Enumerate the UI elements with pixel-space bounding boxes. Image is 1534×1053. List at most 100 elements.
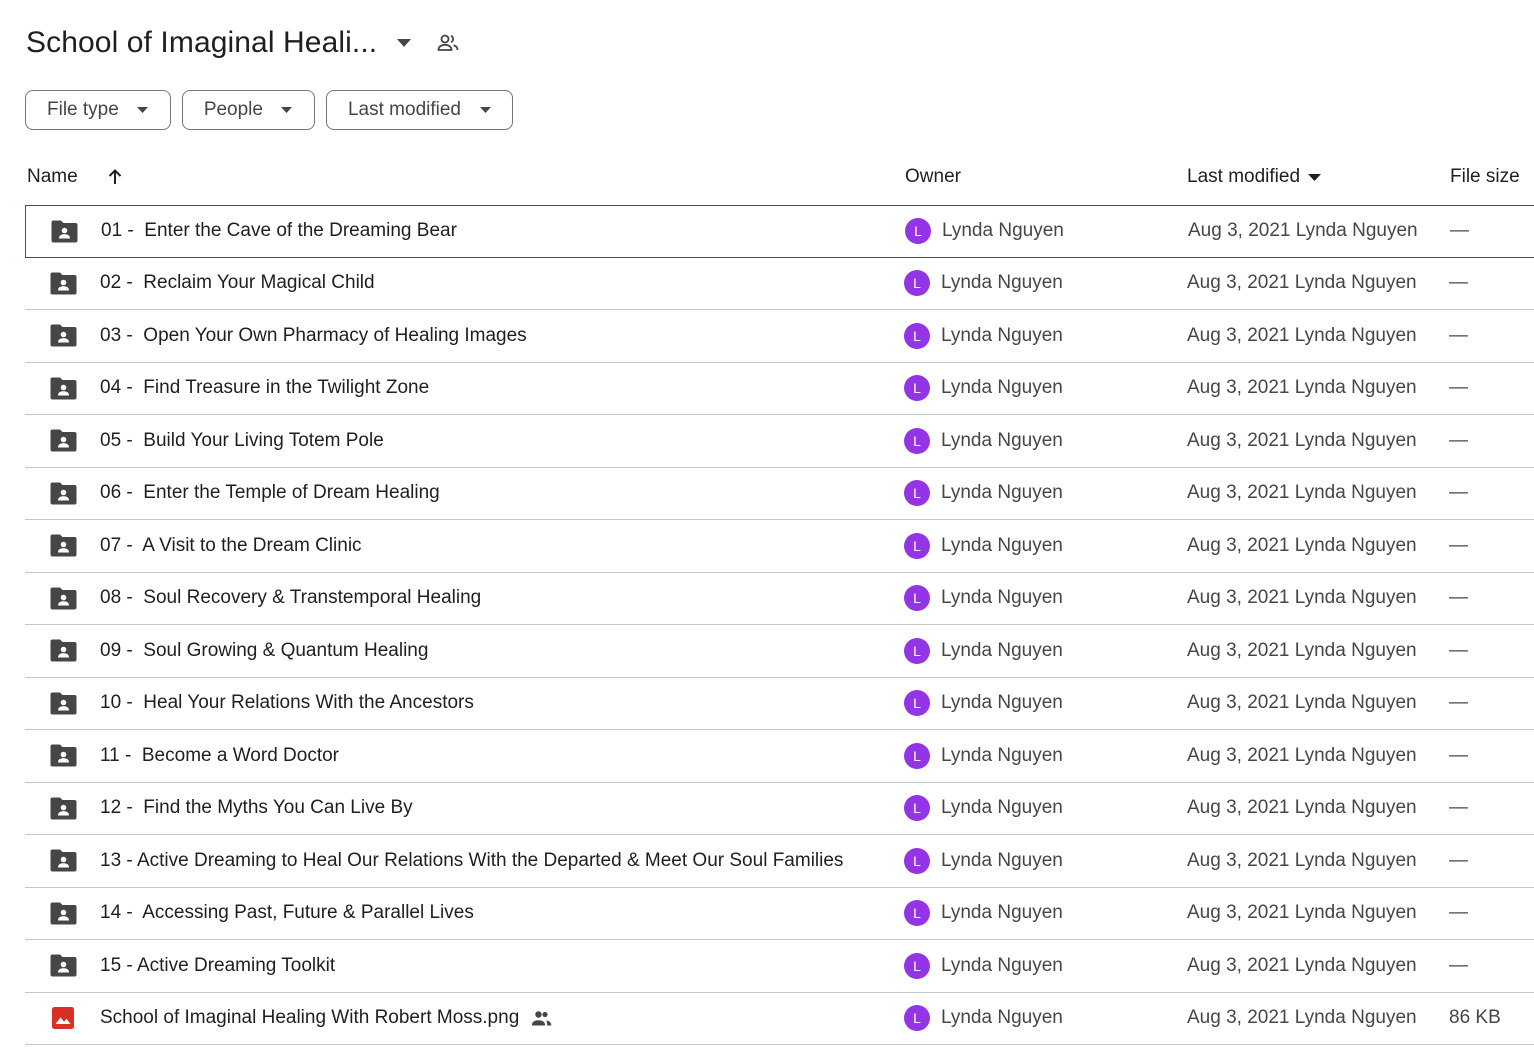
file-name[interactable]: School of Imaginal Healing With Robert M… (100, 1007, 519, 1029)
owner-name: Lynda Nguyen (941, 902, 1063, 924)
file-name[interactable]: 12 - Find the Myths You Can Live By (100, 797, 413, 819)
column-header-file-size[interactable]: File size (1450, 166, 1520, 188)
file-name-cell: 04 - Find Treasure in the Twilight Zone (100, 363, 429, 415)
owner-name: Lynda Nguyen (941, 324, 1063, 346)
table-row[interactable]: 07 - A Visit to the Dream Clinic L Lynda N… (25, 520, 1534, 573)
file-name-cell: 14 - Accessing Past, Future & Parallel L… (100, 888, 474, 940)
file-size-cell: — (1449, 324, 1468, 346)
shared-folder-icon (49, 468, 77, 520)
avatar: L (904, 742, 930, 769)
file-name[interactable]: 09 - Soul Growing & Quantum Healing (100, 640, 428, 662)
last-modified-cell: Aug 3, 2021 Lynda Nguyen (1187, 849, 1417, 871)
caret-down-icon[interactable] (395, 34, 413, 52)
table-row[interactable]: 12 - Find the Myths You Can Live By L Lynd… (25, 783, 1534, 835)
shared-folder-icon (49, 520, 77, 572)
shared-folder-icon (49, 888, 77, 940)
table-header: Name Owner Last modified File size (26, 158, 1534, 204)
avatar: L (904, 637, 930, 664)
owner-name: Lynda Nguyen (941, 587, 1063, 609)
table-row[interactable]: 05 - Build Your Living Totem Pole L Lynda … (25, 415, 1534, 468)
last-modified-cell: Aug 3, 2021 Lynda Nguyen (1187, 272, 1417, 294)
table-row[interactable]: 04 - Find Treasure in the Twilight Zone L… (25, 363, 1534, 415)
file-name[interactable]: 04 - Find Treasure in the Twilight Zone (100, 377, 429, 399)
sort-arrow-up-icon[interactable] (106, 168, 124, 186)
file-name-cell: 05 - Build Your Living Totem Pole (100, 415, 384, 467)
table-row[interactable]: 06 - Enter the Temple of Dream Healing L L… (25, 468, 1534, 520)
file-name-cell: 12 - Find the Myths You Can Live By (100, 783, 413, 835)
shared-folder-icon (49, 258, 77, 310)
owner-cell: L Lynda Nguyen (904, 258, 1063, 310)
caret-down-icon (137, 104, 149, 116)
file-name[interactable]: 07 - A Visit to the Dream Clinic (100, 535, 362, 557)
avatar: L (904, 585, 930, 612)
owner-cell: L Lynda Nguyen (904, 415, 1063, 467)
owner-cell: L Lynda Nguyen (904, 468, 1063, 520)
table-row[interactable]: 13 - Active Dreaming to Heal Our Relatio… (25, 835, 1534, 888)
owner-cell: L Lynda Nguyen (904, 993, 1063, 1045)
file-size-cell: — (1449, 639, 1468, 661)
drive-folder-view: School of Imaginal Heali... File type Pe… (0, 0, 1534, 1053)
owner-name: Lynda Nguyen (941, 272, 1063, 294)
file-name[interactable]: 02 - Reclaim Your Magical Child (100, 272, 375, 294)
file-name[interactable]: 08 - Soul Recovery & Transtemporal Heali… (100, 587, 481, 609)
folder-header: School of Imaginal Heali... (26, 20, 461, 66)
last-modified-cell: Aug 3, 2021 Lynda Nguyen (1187, 744, 1417, 766)
file-name[interactable]: 11 - Become a Word Doctor (100, 745, 339, 767)
table-row[interactable]: 10 - Heal Your Relations With the Ancest… (25, 678, 1534, 730)
shared-people-icon[interactable] (435, 30, 461, 56)
file-name[interactable]: 14 - Accessing Past, Future & Parallel L… (100, 902, 474, 924)
table-row[interactable]: 08 - Soul Recovery & Transtemporal Heali… (25, 573, 1534, 625)
file-name-cell: 01 - Enter the Cave of the Dreaming Bear (101, 206, 457, 257)
table-row[interactable]: 02 - Reclaim Your Magical Child L Lynda Ng… (25, 258, 1534, 310)
filter-chips: File type People Last modified (25, 90, 513, 130)
last-modified-cell: Aug 3, 2021 Lynda Nguyen (1187, 639, 1417, 661)
table-row[interactable]: 15 - Active Dreaming Toolkit L Lynda Nguye… (25, 940, 1534, 993)
file-name[interactable]: 03 - Open Your Own Pharmacy of Healing I… (100, 325, 527, 347)
last-modified-cell: Aug 3, 2021 Lynda Nguyen (1188, 220, 1418, 242)
owner-name: Lynda Nguyen (941, 377, 1063, 399)
shared-folder-icon (49, 783, 77, 835)
file-size-cell: — (1449, 429, 1468, 451)
owner-cell: L Lynda Nguyen (904, 835, 1063, 887)
last-modified-cell: Aug 3, 2021 Lynda Nguyen (1187, 954, 1417, 976)
owner-cell: L Lynda Nguyen (905, 206, 1064, 257)
file-name[interactable]: 10 - Heal Your Relations With the Ancest… (100, 692, 474, 714)
avatar: L (904, 270, 930, 297)
file-size-cell: — (1449, 954, 1468, 976)
folder-title[interactable]: School of Imaginal Heali... (26, 26, 377, 60)
owner-cell: L Lynda Nguyen (904, 678, 1063, 730)
column-header-last-modified[interactable]: Last modified (1187, 166, 1322, 188)
last-modified-cell: Aug 3, 2021 Lynda Nguyen (1187, 324, 1417, 346)
file-name[interactable]: 06 - Enter the Temple of Dream Healing (100, 482, 440, 504)
file-name[interactable]: 13 - Active Dreaming to Heal Our Relatio… (100, 850, 843, 872)
chip-label: People (203, 99, 263, 120)
file-name-cell: 11 - Become a Word Doctor (100, 730, 339, 782)
avatar: L (904, 847, 930, 874)
last-modified-cell: Aug 3, 2021 Lynda Nguyen (1187, 482, 1417, 504)
owner-cell: L Lynda Nguyen (904, 520, 1063, 572)
owner-name: Lynda Nguyen (941, 639, 1063, 661)
table-row[interactable]: 09 - Soul Growing & Quantum Healing L Lynd… (25, 625, 1534, 678)
table-row[interactable]: School of Imaginal Healing With Robert M… (25, 993, 1534, 1045)
last-modified-filter-chip[interactable]: Last modified (325, 90, 513, 130)
table-row[interactable]: 14 - Accessing Past, Future & Parallel L… (25, 888, 1534, 940)
avatar: L (904, 795, 930, 822)
file-name[interactable]: 01 - Enter the Cave of the Dreaming Bear (101, 220, 457, 242)
shared-folder-icon (49, 625, 77, 677)
people-filter-chip[interactable]: People (181, 90, 315, 130)
column-header-owner[interactable]: Owner (905, 166, 961, 188)
table-row[interactable]: 01 - Enter the Cave of the Dreaming Bear… (25, 205, 1534, 258)
file-name[interactable]: 15 - Active Dreaming Toolkit (100, 955, 335, 977)
last-modified-cell: Aug 3, 2021 Lynda Nguyen (1187, 587, 1417, 609)
shared-folder-icon (49, 363, 77, 415)
file-size-cell: — (1449, 744, 1468, 766)
file-type-filter-chip[interactable]: File type (25, 90, 171, 130)
table-row[interactable]: 11 - Become a Word Doctor L Lynda Nguyen Au… (25, 730, 1534, 783)
file-name-cell: 02 - Reclaim Your Magical Child (100, 258, 375, 310)
table-row[interactable]: 03 - Open Your Own Pharmacy of Healing I… (25, 310, 1534, 363)
owner-name: Lynda Nguyen (941, 744, 1063, 766)
file-name-cell: 03 - Open Your Own Pharmacy of Healing I… (100, 310, 527, 362)
file-name[interactable]: 05 - Build Your Living Totem Pole (100, 430, 384, 452)
avatar: L (904, 480, 930, 507)
column-header-name[interactable]: Name (27, 166, 78, 188)
